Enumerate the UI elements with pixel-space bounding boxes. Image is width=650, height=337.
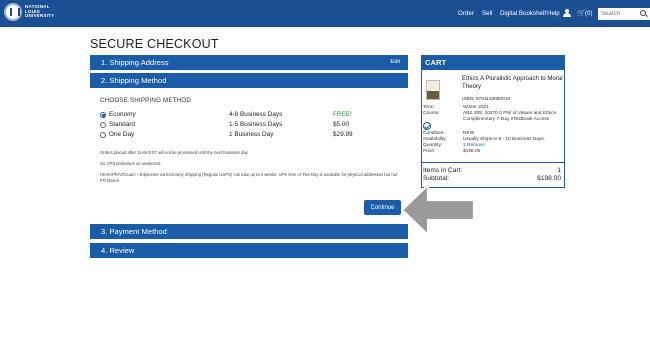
shipping-option-economy[interactable]: Economy 4-8 Business Days FREE! xyxy=(100,110,400,120)
subtotal-value: $198.00 xyxy=(537,175,561,182)
option-price: FREE! xyxy=(333,111,352,118)
option-days: 4-8 Business Days xyxy=(229,111,283,118)
shipping-note-remote: HI/AK/PR/VI/Guam - shipments via Economy… xyxy=(100,172,398,183)
option-days: 1 Business Day xyxy=(229,131,274,138)
step-label: 3. Payment Method xyxy=(101,227,167,236)
highlight-arrow-icon xyxy=(400,183,476,237)
brand-name: NATIONAL LOUIS UNIVERSITY xyxy=(25,4,55,19)
continue-button[interactable]: Continue xyxy=(364,200,401,215)
edit-address-link[interactable]: Edit xyxy=(390,55,400,70)
radio-standard[interactable] xyxy=(100,122,106,128)
book-isbn: ISBN: 9781133050018 xyxy=(462,97,511,102)
nav-order[interactable]: Order xyxy=(458,8,474,20)
book-title[interactable]: Ethics A Pluralistic Approach to Moral T… xyxy=(462,75,564,90)
detail-value: $198.00 xyxy=(463,149,481,154)
cart-count[interactable]: (0) xyxy=(585,8,593,20)
detail-key: Price: xyxy=(423,149,436,154)
items-value: 1 xyxy=(557,167,561,174)
verified-check-icon xyxy=(423,122,431,130)
page-title: SECURE CHECKOUT xyxy=(90,37,219,51)
shipping-note-cutoff: Orders placed after 11AM EST will not be… xyxy=(100,150,249,155)
detail-key: Course: xyxy=(423,111,440,116)
search-icon[interactable] xyxy=(640,10,646,16)
radio-economy[interactable] xyxy=(100,112,106,118)
radio-one-day[interactable] xyxy=(100,132,106,138)
option-price: $29.99 xyxy=(333,131,353,138)
detail-value: ABS 305: 10270 0 Phil of Values and Ethi… xyxy=(463,111,556,122)
option-days: 1-5 Business Days xyxy=(229,121,283,128)
nav-sell[interactable]: Sell xyxy=(482,8,492,20)
shipping-note-weekends: No UPS Deliveries on weekends xyxy=(100,161,161,166)
step-label: 4. Review xyxy=(101,246,135,255)
choose-shipping-label: CHOOSE SHIPPING METHOD xyxy=(100,97,192,104)
option-price: $5.00 xyxy=(333,121,349,128)
step-label: 1. Shipping Address xyxy=(101,58,169,67)
items-in-cart: Items in Cart: 1 xyxy=(423,167,563,175)
step-label: 2. Shipping Method xyxy=(101,76,167,85)
cart-title: CART xyxy=(421,55,565,70)
shipping-option-standard[interactable]: Standard 1-5 Business Days $5.00 xyxy=(100,120,400,130)
step-shipping-address[interactable]: 1. Shipping Address Edit xyxy=(90,55,408,70)
brand-line-3: UNIVERSITY xyxy=(25,13,55,19)
nav-digital-bookshelf[interactable]: Digital Bookshelf xyxy=(500,8,546,20)
option-name: Economy xyxy=(109,111,136,118)
step-payment-method[interactable]: 3. Payment Method xyxy=(90,224,408,239)
step-review[interactable]: 4. Review xyxy=(90,243,408,258)
university-logo-icon[interactable] xyxy=(4,3,22,21)
book-cover-image[interactable] xyxy=(426,80,440,100)
subtotal: Subtotal: $198.00 xyxy=(423,175,563,183)
shipping-option-one-day[interactable]: One Day 1 Business Day $29.99 xyxy=(100,130,400,140)
nav-help[interactable]: Help xyxy=(547,8,560,20)
user-icon[interactable] xyxy=(562,7,572,19)
step-shipping-method[interactable]: 2. Shipping Method xyxy=(90,73,408,88)
subtotal-label: Subtotal: xyxy=(423,175,450,182)
cart-divider xyxy=(421,162,565,163)
option-name: One Day xyxy=(109,131,135,138)
items-label: Items in Cart: xyxy=(423,167,463,174)
option-name: Standard xyxy=(109,121,135,128)
